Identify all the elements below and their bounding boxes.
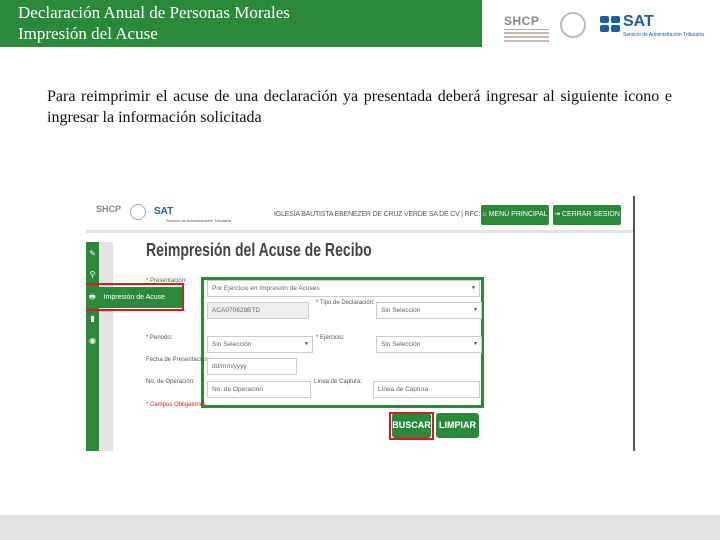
label-operacion: No. de Operación: [146,379,195,385]
sat-logo: SAT [623,13,654,30]
banner-title: Declaración Anual de Personas Morales [18,3,290,22]
menu-principal-button[interactable]: ⌂ MENÚ PRINCIPAL [481,205,549,225]
periodo-select[interactable]: Sin Selección ▼ [207,336,313,353]
buscar-highlight-box [389,412,434,440]
linea-captura-input[interactable]: Línea de Captura [373,381,480,398]
fecha-input[interactable]: dd/mm/yyyy [207,358,297,375]
banner-subtitle: Impresión del Acuse [18,24,158,43]
periodo-value: Sin Selección [212,341,252,348]
label-ejercicio: * Ejercicio: [316,335,345,341]
app-sat-subtitle: Servicio de Administración Tributaria [166,218,231,223]
rfc-field[interactable]: ACA070629BTD [207,302,309,319]
label-periodo: * Periodo: [146,335,173,341]
required-note: * Campos Obligatorios [146,402,207,408]
embedded-screenshot: SHCP SAT Servicio de Administración Trib… [86,196,635,451]
mexico-seal-icon [560,12,586,38]
shcp-logo-lines [504,29,549,42]
document-icon[interactable]: ▮ [88,314,97,324]
instructions: Para reimprimir el acuse de una declarac… [47,86,672,128]
page-title: Reimpresión del Acuse de Recibo [146,240,372,260]
presentacion-value: Por Ejercicio en Impresión de Acuses [212,285,320,292]
app-shcp-logo: SHCP [96,204,122,214]
caret-icon: ▼ [473,341,478,347]
cerrar-sesion-button[interactable]: ⇥ CERRAR SESION [553,205,621,225]
limpiar-button[interactable]: LIMPIAR [436,413,479,438]
title-banner: Declaración Anual de Personas Morales Im… [0,0,482,47]
instructions-text: Para reimprimir el acuse de una declarac… [47,88,672,126]
caret-icon: ▼ [473,307,478,313]
footer-bar [0,515,720,540]
logo-area: SHCP SAT Servicio de Administración Trib… [482,0,720,47]
sat-mark-icon [600,16,622,32]
logout-icon: ⇥ [554,211,562,218]
caret-icon: ▼ [471,285,476,291]
sidebar: ✎ ⚲ ▮ ◉ [86,242,99,451]
caret-icon: ▼ [304,341,309,347]
label-presentacion: * Presentación: [146,278,187,284]
tipo-value: Sin Selección [381,307,421,314]
shcp-logo: SHCP [504,14,540,28]
label-fecha: Fecha de Presentación: [146,357,210,363]
operacion-input[interactable]: No. de Operación [207,381,311,398]
app-sat-logo: SAT [154,206,174,217]
presentacion-select[interactable]: Por Ejercicio en Impresión de Acuses ▼ [207,280,480,297]
ejercicio-value: Sin Selección [381,341,421,348]
sidebar-gray [99,242,113,451]
settings-icon[interactable]: ◉ [88,336,97,346]
tipo-declaracion-select[interactable]: Sin Selección ▼ [376,302,482,319]
search-icon[interactable]: ⚲ [88,270,97,280]
app-seal-icon [130,204,146,220]
edit-icon[interactable]: ✎ [88,249,97,259]
menu-highlight-box [86,283,184,311]
sat-logo-subtitle: Servicio de Administración Tributaria [623,32,704,38]
app-header: SHCP SAT Servicio de Administración Trib… [86,196,633,233]
ejercicio-select[interactable]: Sin Selección ▼ [376,336,482,353]
label-linea-captura: Línea de Captura: [314,379,363,385]
menu-principal-label: MENÚ PRINCIPAL [488,211,548,218]
label-tipo-declaracion: * Tipo de Declaración: [316,300,375,306]
cerrar-sesion-label: CERRAR SESION [561,211,620,218]
